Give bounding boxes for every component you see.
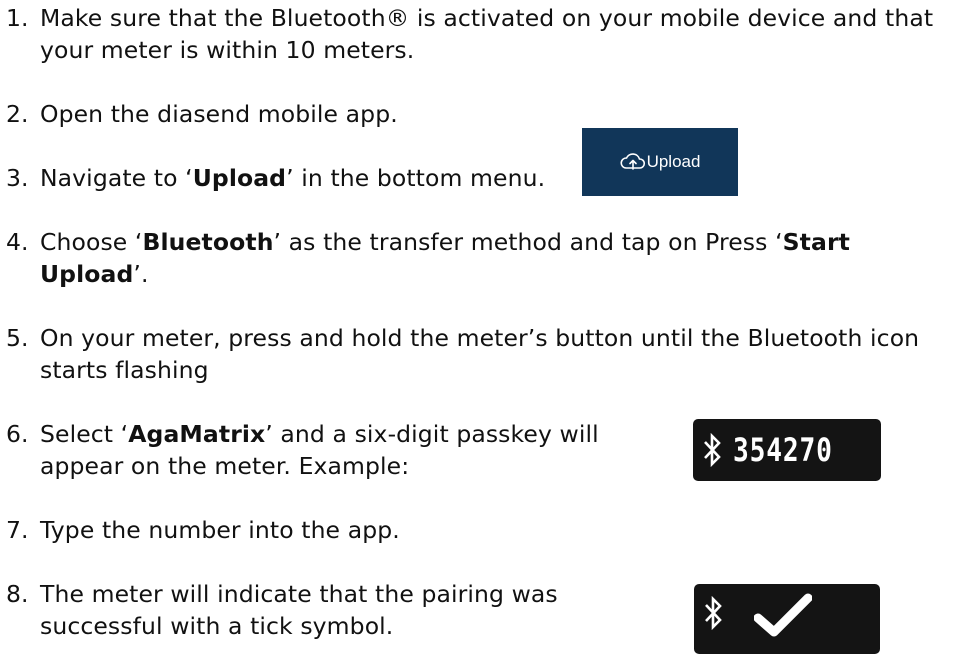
step-text: The meter will indicate that the pairing…	[40, 580, 558, 640]
checkmark-icon	[754, 593, 812, 637]
step-text: Type the number into the app.	[40, 516, 400, 544]
step-text: Open the diasend mobile app.	[40, 100, 398, 128]
step-number: 6.	[6, 420, 29, 448]
step-number: 1.	[6, 4, 29, 32]
meter-passkey-display: 354270	[693, 419, 881, 481]
bluetooth-icon	[704, 433, 721, 467]
step-number: 7.	[6, 516, 29, 544]
step-text: Choose ‘Bluetooth’ as the transfer metho…	[40, 228, 850, 288]
step-number: 8.	[6, 580, 29, 608]
step-number: 3.	[6, 164, 29, 192]
passkey-digits: 354270	[733, 431, 833, 469]
step-text: Select ‘AgaMatrix’ and a six-digit passk…	[40, 420, 599, 480]
meter-success-display	[694, 584, 880, 654]
instructions-page: 1. Make sure that the Bluetooth® is acti…	[0, 0, 973, 654]
step-number: 2.	[6, 100, 29, 128]
cloud-upload-icon	[620, 153, 645, 170]
step-text: On your meter, press and hold the meter’…	[40, 324, 920, 384]
step-number: 4.	[6, 228, 29, 256]
upload-thumbnail: Upload	[582, 128, 738, 196]
step-text: Navigate to ‘Upload’ in the bottom menu.	[40, 164, 546, 192]
step-number: 5.	[6, 324, 29, 352]
upload-label: Upload	[646, 152, 701, 171]
step-text: Make sure that the Bluetooth® is activat…	[40, 4, 934, 64]
bluetooth-icon	[705, 596, 722, 630]
